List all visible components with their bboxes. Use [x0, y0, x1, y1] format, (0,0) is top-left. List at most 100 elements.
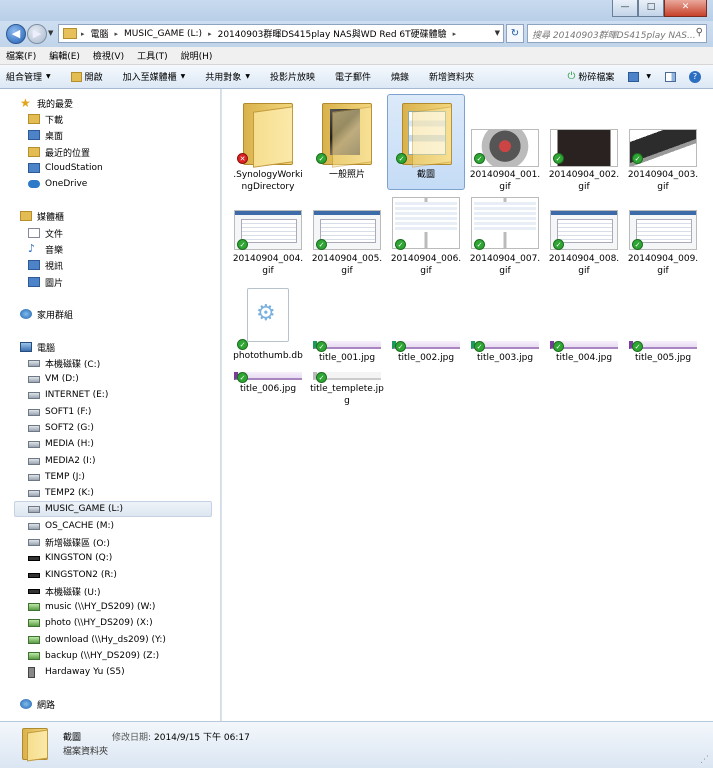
organize-button[interactable]: 組合管理 ▼: [6, 70, 51, 83]
breadcrumb-chevron-icon[interactable]: ▸: [115, 30, 119, 38]
nav-item-downloads[interactable]: 下載: [28, 111, 63, 127]
maximize-button[interactable]: □: [638, 0, 664, 17]
nav-drive-z[interactable]: backup (\\HY_DS209) (Z:): [28, 648, 159, 664]
file-name: 截圖: [416, 170, 435, 180]
file-item[interactable]: ✓ 20140904_002.gif: [545, 95, 623, 193]
address-dropdown-icon[interactable]: ▼: [495, 29, 500, 37]
sync-ok-icon: ✓: [395, 341, 406, 352]
nav-drive-h[interactable]: MEDIA (H:): [28, 436, 94, 452]
file-item[interactable]: ✓ 20140904_006.gif: [387, 195, 465, 277]
nav-drive-x[interactable]: photo (\\HY_DS209) (X:): [28, 615, 153, 631]
nav-drive-d[interactable]: VM (D:): [28, 371, 79, 387]
address-bar[interactable]: ▸ 電腦 ▸ MUSIC_GAME (L:) ▸ 20140903群暉DS415…: [58, 24, 504, 43]
minimize-button[interactable]: —: [612, 0, 638, 17]
shred-button[interactable]: ⏻ 粉碎檔案: [567, 70, 614, 83]
burn-button[interactable]: 燒錄: [391, 70, 409, 83]
nav-drive-j[interactable]: TEMP (J:): [28, 469, 85, 485]
nav-drive-e[interactable]: INTERNET (E:): [28, 387, 108, 403]
share-with-button[interactable]: 共用對象 ▼: [205, 70, 250, 83]
file-name: title_templete.jpg: [310, 384, 384, 406]
file-item[interactable]: ✓ title_005.jpg: [624, 341, 702, 364]
nav-item-videos[interactable]: 視訊: [28, 257, 63, 273]
image-thumbnail: ✓: [308, 372, 386, 383]
file-item[interactable]: ✓ 20140904_001.gif: [466, 95, 544, 193]
file-item[interactable]: ✓ 20140904_004.gif: [229, 205, 307, 277]
file-item[interactable]: ✓ 一般照片: [308, 95, 386, 181]
star-icon: ★: [20, 96, 31, 110]
file-item[interactable]: ✓ photothumb.db: [229, 286, 307, 362]
nav-item-music[interactable]: ♪ 音樂: [28, 241, 63, 257]
file-item[interactable]: ✓ title_003.jpg: [466, 341, 544, 364]
details-name: 截圖: [63, 733, 82, 743]
nav-drive-g[interactable]: SOFT2 (G:): [28, 420, 94, 436]
nav-drive-o[interactable]: 新增磁碟區 (O:): [28, 534, 110, 550]
file-item[interactable]: ✓ 20140904_007.gif: [466, 195, 544, 277]
menu-file[interactable]: 檔案(F): [6, 49, 36, 62]
file-item[interactable]: ✕ .SynologyWorkingDirectory: [229, 95, 307, 193]
change-view-button[interactable]: ▼: [628, 71, 651, 82]
menu-tools[interactable]: 工具(T): [137, 49, 168, 62]
help-button[interactable]: ?: [689, 70, 701, 83]
nav-drive-u[interactable]: 本機磁碟 (U:): [28, 583, 101, 599]
file-name: .SynologyWorkingDirectory: [233, 170, 303, 192]
drive-icon: [28, 424, 40, 432]
resize-grip-icon[interactable]: ⋰: [700, 755, 709, 765]
menu-view[interactable]: 檢視(V): [93, 49, 124, 62]
recent-pages-dropdown-icon[interactable]: ▼: [48, 29, 53, 37]
menu-help[interactable]: 說明(H): [181, 49, 213, 62]
nav-drive-k[interactable]: TEMP2 (K:): [28, 485, 94, 501]
nav-item-pictures[interactable]: 圖片: [28, 274, 63, 290]
refresh-button[interactable]: ↻: [506, 24, 524, 43]
breadcrumb-chevron-icon[interactable]: ▸: [81, 30, 85, 38]
back-button[interactable]: ◀: [6, 24, 26, 44]
nav-network[interactable]: 網路: [20, 696, 55, 712]
file-item[interactable]: ✓ 20140904_009.gif: [624, 205, 702, 277]
nav-drive-q[interactable]: KINGSTON (Q:): [28, 550, 112, 566]
nav-item-documents[interactable]: 文件: [28, 225, 63, 241]
file-item[interactable]: ✓ 20140904_008.gif: [545, 205, 623, 277]
file-item[interactable]: ✓ title_templete.jpg: [308, 372, 386, 407]
slideshow-button[interactable]: 投影片放映: [270, 70, 315, 83]
nav-drive-y[interactable]: download (\\Hy_ds209) (Y:): [28, 632, 166, 648]
breadcrumb-chevron-icon[interactable]: ▸: [208, 30, 212, 38]
file-item[interactable]: ✓ title_006.jpg: [229, 372, 307, 395]
nav-item-onedrive[interactable]: OneDrive: [28, 176, 87, 192]
breadcrumb-chevron-icon[interactable]: ▸: [453, 30, 457, 38]
breadcrumb-drive[interactable]: MUSIC_GAME (L:): [124, 29, 202, 39]
nav-drive-f[interactable]: SOFT1 (F:): [28, 404, 91, 420]
open-button[interactable]: 開啟: [70, 70, 103, 83]
nav-drive-w[interactable]: music (\\HY_DS209) (W:): [28, 599, 155, 615]
file-item-selected[interactable]: ✓ 截圖: [387, 94, 465, 190]
file-item[interactable]: ✓ 20140904_003.gif: [624, 95, 702, 193]
file-item[interactable]: ✓ 20140904_005.gif: [308, 205, 386, 277]
image-thumbnail: ✓: [308, 341, 386, 352]
nav-drive-r[interactable]: KINGSTON2 (R:): [28, 567, 117, 583]
menu-edit[interactable]: 編輯(E): [49, 49, 80, 62]
nav-homegroup[interactable]: 家用群組: [20, 306, 73, 322]
nav-libraries[interactable]: 媒體櫃: [20, 208, 64, 224]
breadcrumb-folder[interactable]: 20140903群暉DS415play NAS與WD Red 6T硬碟體驗: [218, 27, 447, 40]
nav-item-recent[interactable]: 最近的位置: [28, 144, 90, 160]
search-input[interactable]: 搜尋 20140903群暉DS415play NAS... ⚲: [527, 24, 707, 43]
nav-drive-i[interactable]: MEDIA2 (I:): [28, 453, 96, 469]
breadcrumb-computer[interactable]: 電腦: [91, 27, 109, 40]
nav-computer[interactable]: 電腦: [20, 339, 55, 355]
nav-drive-c[interactable]: 本機磁碟 (C:): [28, 355, 100, 371]
libraries-icon: [20, 211, 32, 221]
file-item[interactable]: ✓ title_001.jpg: [308, 341, 386, 364]
close-button[interactable]: ✕: [664, 0, 707, 17]
nav-drive-m[interactable]: OS_CACHE (M:): [28, 518, 114, 534]
sync-ok-icon: ✓: [553, 239, 564, 250]
include-in-library-button[interactable]: 加入至媒體櫃 ▼: [123, 70, 186, 83]
nav-drive-l[interactable]: MUSIC_GAME (L:): [14, 501, 212, 517]
new-folder-button[interactable]: 新增資料夾: [429, 70, 474, 83]
nav-device-s5[interactable]: Hardaway Yu (S5): [28, 664, 125, 680]
file-item[interactable]: ✓ title_004.jpg: [545, 341, 623, 364]
nav-item-cloudstation[interactable]: CloudStation: [28, 160, 103, 176]
forward-button[interactable]: ▶: [27, 24, 47, 44]
nav-favorites[interactable]: ★ 我的最愛: [20, 95, 73, 111]
preview-pane-button[interactable]: [665, 71, 679, 82]
file-item[interactable]: ✓ title_002.jpg: [387, 341, 465, 364]
nav-item-desktop[interactable]: 桌面: [28, 127, 63, 143]
email-button[interactable]: 電子郵件: [335, 70, 371, 83]
